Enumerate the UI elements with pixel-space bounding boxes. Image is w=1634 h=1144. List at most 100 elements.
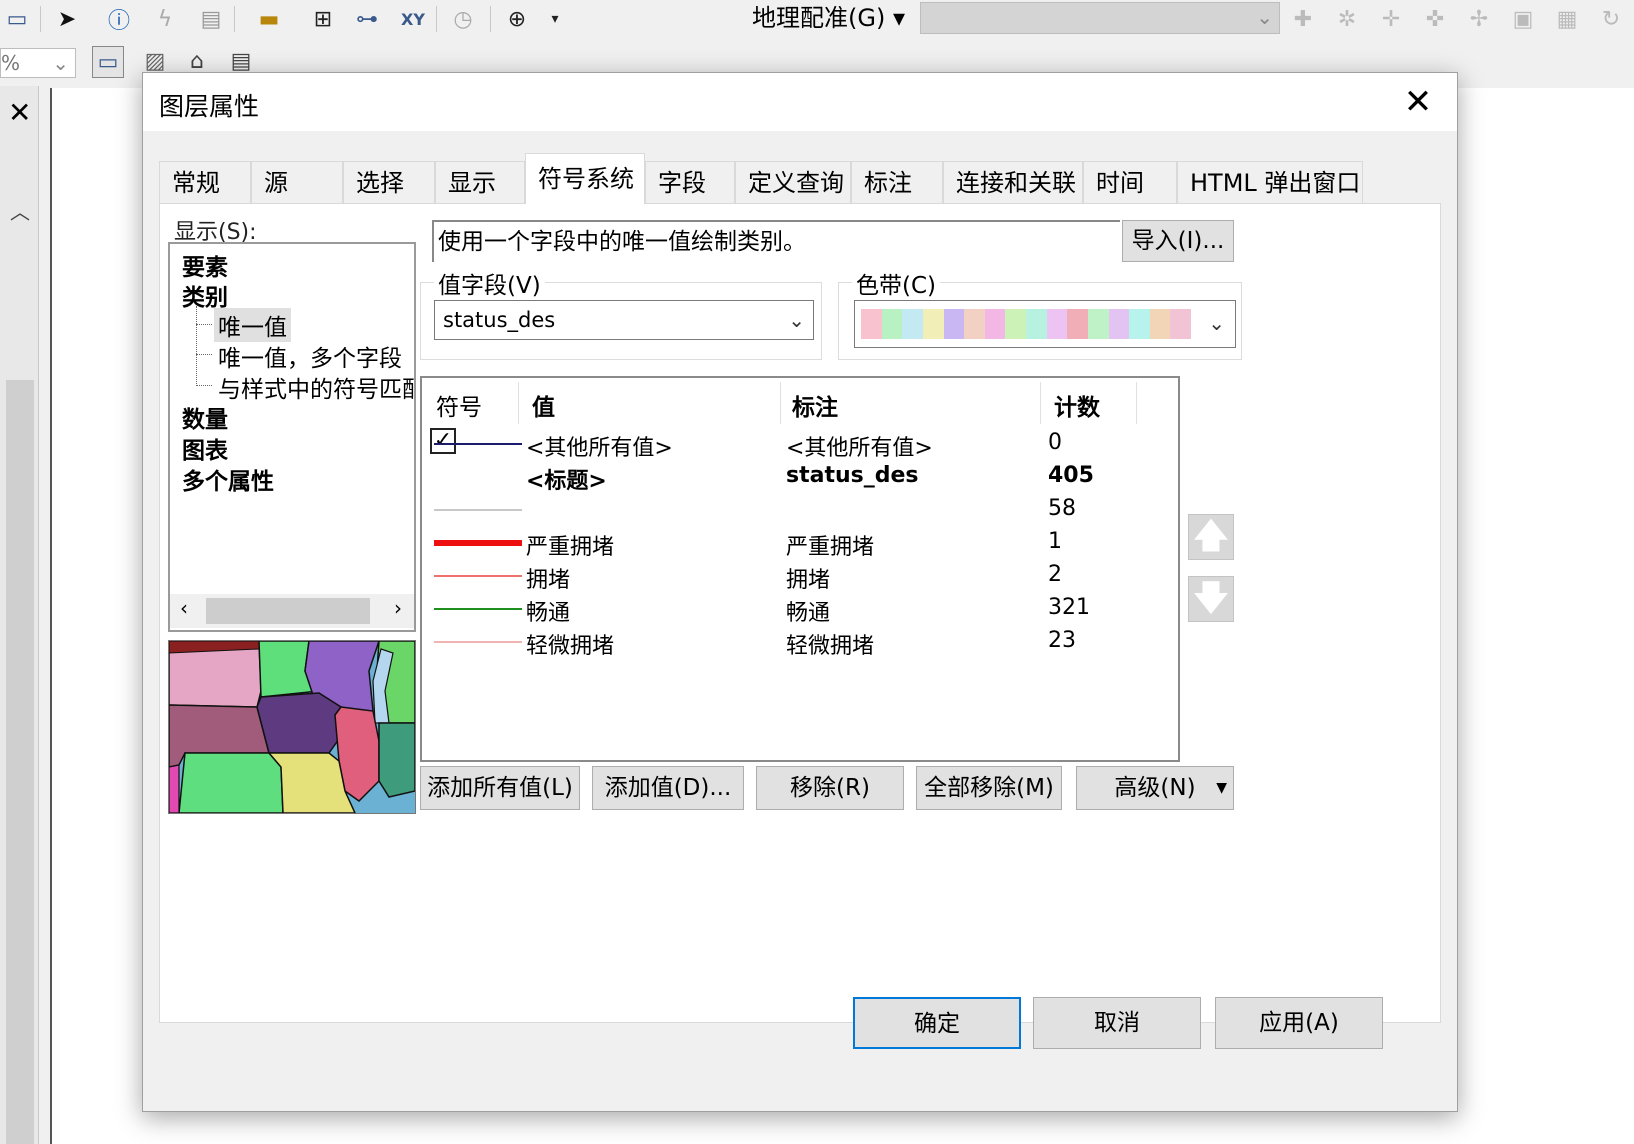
georeferencing-layer-combo[interactable]: ⌄ [920, 2, 1280, 34]
select-arrow-icon[interactable]: ➤ [52, 4, 82, 34]
show-all-other-values-checkbox[interactable]: ✓ [430, 428, 456, 454]
remove-button[interactable]: 移除(R) [756, 766, 904, 810]
measure-icon[interactable]: ▬ [254, 4, 284, 34]
zoom-to-link-icon[interactable]: ✜ [1420, 4, 1450, 34]
tree-item-match-style[interactable]: 与样式中的符号匹配 [218, 370, 414, 404]
tree-item-categories[interactable]: 类别 [182, 278, 228, 312]
table-row[interactable]: 畅通 畅通 321 [422, 595, 1178, 627]
link-table-icon[interactable]: ▦ [1552, 4, 1582, 34]
tab-time[interactable]: 时间 [1083, 161, 1177, 203]
page-icon[interactable]: ▭ [2, 4, 32, 34]
tab-labels[interactable]: 标注 [851, 161, 943, 203]
flash-icon[interactable]: ϟ [150, 4, 180, 34]
color-ramp-select[interactable]: ⌄ [854, 300, 1236, 348]
tree-item-quantities[interactable]: 数量 [182, 400, 228, 434]
row-label[interactable]: <其他所有值> [786, 430, 933, 462]
vertical-scrollbar[interactable] [6, 380, 34, 1144]
viewer-icon[interactable]: ▣ [1508, 4, 1538, 34]
color-ramp-stop [1087, 309, 1109, 339]
scroll-left-icon[interactable]: ‹ [180, 596, 188, 620]
html-popup-icon[interactable]: ▤ [196, 4, 226, 34]
zoom-percent-combo[interactable]: % ⌄ [0, 48, 76, 78]
go-to-xy-icon[interactable]: XY [398, 4, 428, 34]
header-symbol[interactable]: 符号 [436, 388, 482, 422]
renderer-tree[interactable]: 要素 类别 唯一值 唯一值，多个字段 与样式中的符号匹配 数量 图表 多个属性 … [168, 242, 416, 632]
scroll-up-icon[interactable]: ︿ [10, 196, 30, 225]
move-down-arrow-icon[interactable]: 🡇 [1188, 576, 1234, 622]
add-all-values-button[interactable]: 添加所有值(L) [420, 766, 580, 810]
route-icon[interactable]: ⊶ [352, 4, 382, 34]
time-slider-icon[interactable]: ◷ [448, 4, 478, 34]
move-up-arrow-icon[interactable]: 🡅 [1188, 514, 1234, 560]
select-link-icon[interactable]: ✛ [1376, 4, 1406, 34]
row-label[interactable]: 畅通 [786, 595, 830, 627]
tab-source[interactable]: 源 [251, 161, 343, 203]
identify-icon[interactable]: ⓘ [104, 4, 134, 34]
scroll-right-icon[interactable]: › [394, 596, 402, 620]
row-label[interactable]: 拥堵 [786, 562, 830, 594]
symbol-swatch[interactable] [434, 575, 522, 577]
add-values-button[interactable]: 添加值(D)... [592, 766, 744, 810]
symbol-swatch[interactable] [434, 608, 522, 610]
table-row[interactable]: 58 [422, 496, 1178, 528]
import-button[interactable]: 导入(I)... [1122, 220, 1234, 262]
renderer-description: 使用一个字段中的唯一值绘制类别。 [432, 220, 1120, 262]
symbol-swatch[interactable] [434, 443, 522, 445]
ok-button[interactable]: 确定 [853, 997, 1021, 1049]
tab-display[interactable]: 显示 [435, 161, 525, 203]
tab-symbology[interactable]: 符号系统 [525, 153, 645, 204]
unique-values-table[interactable]: 符号 值 标注 计数 ✓ <其他所有值> <其他所有值> 0 <标题> stat… [420, 376, 1180, 762]
auto-registration-icon[interactable]: ✲ [1332, 4, 1362, 34]
header-value[interactable]: 值 [532, 388, 555, 422]
scroll-thumb[interactable] [206, 598, 370, 624]
toolbar-separator [40, 6, 41, 32]
apply-button[interactable]: 应用(A) [1215, 997, 1383, 1049]
row-label[interactable]: 轻微拥堵 [786, 628, 874, 660]
toolbar-overflow-icon[interactable]: ▾ [540, 4, 570, 34]
georeferencing-menu[interactable]: 地理配准(G) ▾ [740, 2, 905, 34]
tab-selection[interactable]: 选择 [343, 161, 435, 203]
tab-definition-query[interactable]: 定义查询 [735, 161, 851, 203]
symbol-swatch[interactable] [434, 509, 522, 511]
delete-link-icon[interactable]: ✢ [1464, 4, 1494, 34]
remove-all-button[interactable]: 全部移除(M) [916, 766, 1062, 810]
tab-joins-relates[interactable]: 连接和关联 [943, 161, 1083, 203]
header-label[interactable]: 标注 [792, 388, 838, 422]
tree-item-unique-values[interactable]: 唯一值 [214, 308, 291, 342]
close-icon[interactable]: ✕ [8, 96, 31, 129]
table-row[interactable]: 轻微拥堵 轻微拥堵 23 [422, 628, 1178, 660]
table-row[interactable]: 拥堵 拥堵 2 [422, 562, 1178, 594]
symbol-swatch[interactable] [434, 641, 522, 643]
color-ramp-stop [902, 309, 923, 339]
color-ramp-stop [984, 309, 1006, 339]
tree-horizontal-scrollbar[interactable]: ‹ › [170, 594, 414, 628]
header-count[interactable]: 计数 [1054, 388, 1100, 422]
tree-item-features[interactable]: 要素 [182, 248, 228, 282]
find-binoculars-icon[interactable]: ⊞ [308, 4, 338, 34]
value-field-select[interactable]: status_des ⌄ [434, 300, 814, 340]
value-field-label: 值字段(V) [434, 266, 545, 300]
magnifier-icon[interactable]: ⊕ [502, 4, 532, 34]
row-label[interactable]: 严重拥堵 [786, 529, 874, 561]
close-icon[interactable]: ✕ [1393, 81, 1443, 123]
symbol-swatch[interactable] [434, 540, 522, 546]
rotate-icon[interactable]: ↻ [1596, 4, 1626, 34]
table-row[interactable]: <标题> status_des 405 [422, 463, 1178, 495]
tree-item-charts[interactable]: 图表 [182, 431, 228, 465]
row-count: 58 [1048, 496, 1076, 521]
add-control-points-icon[interactable]: ✚ [1288, 4, 1318, 34]
tab-general[interactable]: 常规 [159, 161, 251, 203]
tree-item-multiple-attributes[interactable]: 多个属性 [182, 462, 274, 496]
tree-connector [196, 354, 212, 355]
dropdown-arrow-icon[interactable]: ▼ [1216, 767, 1227, 809]
advanced-button[interactable]: 高级(N) ▼ [1076, 766, 1234, 810]
tab-fields[interactable]: 字段 [645, 161, 735, 203]
tab-html-popup[interactable]: HTML 弹出窗口 [1177, 161, 1363, 203]
page-layout-icon[interactable]: ▭ [92, 46, 124, 78]
tree-connector [196, 306, 197, 386]
row-label[interactable]: status_des [786, 463, 919, 488]
tree-item-unique-values-many-fields[interactable]: 唯一值，多个字段 [218, 339, 402, 373]
table-row[interactable]: 严重拥堵 严重拥堵 1 [422, 529, 1178, 561]
table-row[interactable]: ✓ <其他所有值> <其他所有值> 0 [422, 428, 1178, 462]
cancel-button[interactable]: 取消 [1033, 997, 1201, 1049]
